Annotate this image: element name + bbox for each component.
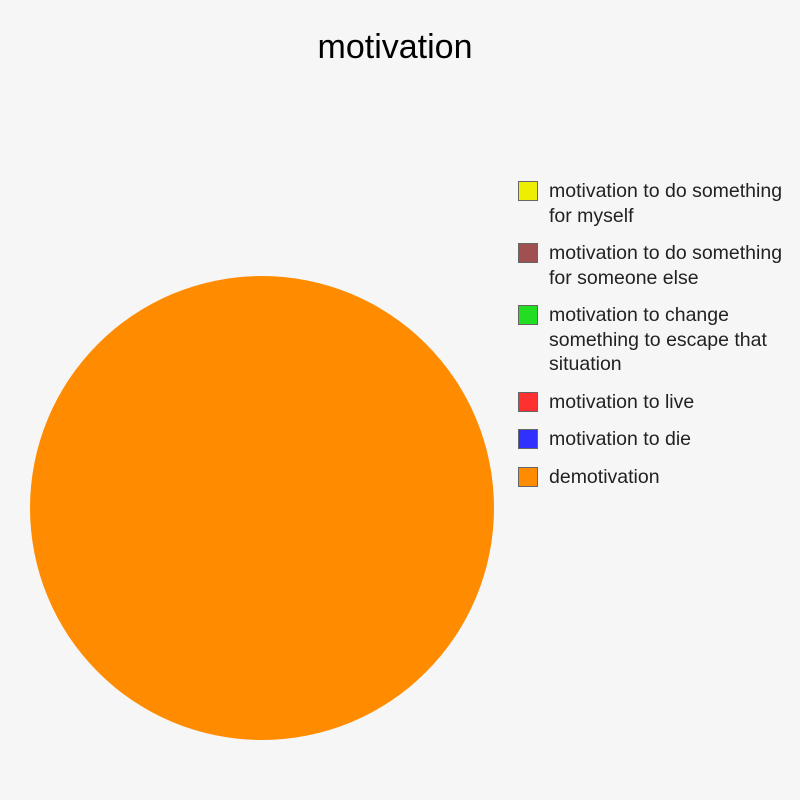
legend-swatch [518, 429, 538, 449]
legend-swatch [518, 243, 538, 263]
pie-chart: motivation motivation to do something fo… [0, 0, 800, 800]
legend-label: motivation to live [549, 390, 695, 413]
legend-label: motivation to die [549, 428, 691, 450]
legend: motivation to do something for myself mot… [518, 179, 800, 502]
legend-swatch [518, 305, 538, 325]
legend-swatch [518, 181, 538, 201]
pie-slice-5 [30, 276, 494, 740]
legend-item: demotivation [518, 465, 800, 490]
legend-label: demotivation [549, 465, 660, 488]
legend-item: motivation to do something for someone e… [518, 241, 800, 290]
legend-label: motivation to do something for someone e… [549, 242, 783, 289]
legend-item: motivation to live [518, 390, 800, 415]
legend-swatch [518, 466, 538, 487]
legend-swatch [518, 391, 538, 412]
legend-label: motivation to change something to escape… [549, 304, 767, 375]
legend-item: motivation to do something for myself [518, 179, 800, 228]
legend-item: motivation to change something to escape… [518, 303, 800, 377]
legend-item: motivation to die [518, 427, 800, 452]
legend-label: motivation to do something for myself [549, 180, 783, 227]
